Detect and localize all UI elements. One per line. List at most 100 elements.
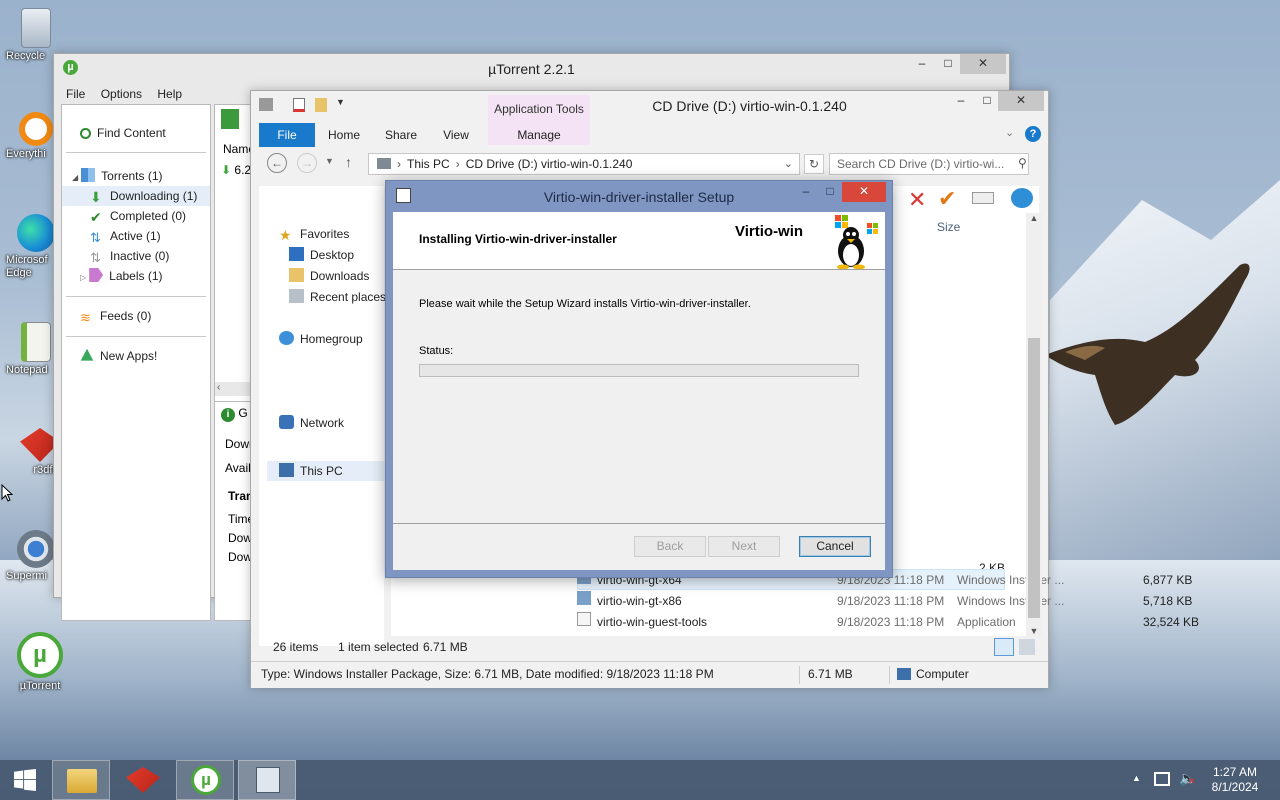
info-label-download-speed: Dow [228, 550, 253, 564]
address-bar[interactable]: › This PC › CD Drive (D:) virtio-win-0.1.24… [368, 153, 800, 175]
up-arrow-icon[interactable]: ↑ [345, 154, 352, 170]
nav-item-homegroup[interactable]: Homegroup [279, 329, 363, 349]
file-type: Application [957, 615, 1016, 629]
network-tray-icon[interactable] [1154, 772, 1170, 786]
delete-red-x-icon[interactable]: ✕ [908, 187, 926, 213]
explorer-titlebar[interactable]: ▼ Application Tools CD Drive (D:) virtio… [251, 91, 1048, 145]
sidebar-item-find-content[interactable]: Find Content [80, 123, 166, 143]
search-input[interactable]: Search CD Drive (D:) virtio-wi... [829, 153, 1029, 175]
menu-help[interactable]: Help [157, 87, 182, 101]
recent-locations-icon[interactable]: ▼ [325, 156, 334, 166]
menu-options[interactable]: Options [101, 87, 142, 101]
minimize-button[interactable]: – [948, 91, 974, 111]
sidebar-label: New Apps! [100, 349, 158, 363]
sidebar-item-torrents[interactable]: ◢ Torrents (1) [72, 166, 163, 186]
rename-check-icon[interactable]: ✔ [938, 186, 956, 212]
torrent-list-row[interactable]: ⬇ 6.2 [221, 163, 251, 177]
column-header-size[interactable]: Size [937, 220, 960, 234]
nav-item-network[interactable]: Network [279, 413, 344, 433]
scrollbar-thumb[interactable] [1028, 338, 1040, 618]
maximize-button[interactable]: □ [974, 91, 1000, 111]
breadcrumb-cd-drive[interactable]: CD Drive (D:) virtio-win-0.1.240 [466, 157, 633, 171]
forward-arrow-icon[interactable]: → [297, 153, 317, 173]
desktop-icon-utorrent[interactable]: µ µTorrent [10, 632, 70, 692]
nav-item-desktop[interactable]: Desktop [289, 245, 354, 265]
desktop-icon-label: µTorrent [19, 680, 61, 692]
maximize-button[interactable]: □ [817, 182, 843, 202]
utorrent-title: µTorrent 2.2.1 [488, 61, 575, 77]
nav-item-recent-places[interactable]: Recent places [289, 287, 386, 307]
next-button[interactable]: Next [708, 536, 780, 557]
sidebar-item-downloading[interactable]: ⬇ Downloading (1) [62, 186, 210, 206]
start-button[interactable] [0, 760, 50, 800]
refresh-icon[interactable]: ↻ [804, 154, 824, 174]
download-arrow-icon: ⬇ [90, 189, 102, 205]
tux-penguin-logo-icon [835, 215, 878, 269]
back-button[interactable]: Back [634, 536, 706, 557]
nav-item-this-pc[interactable]: This PC [267, 461, 392, 481]
sidebar-item-active[interactable]: ⇅ Active (1) [90, 226, 161, 246]
torrents-icon [81, 168, 96, 182]
minimize-button[interactable]: – [909, 54, 935, 74]
taskbar-setup[interactable] [238, 760, 296, 800]
setup-dialog: Virtio-win-driver-installer Setup – □ ✕ … [385, 180, 893, 578]
large-icons-view-icon[interactable] [1019, 639, 1035, 655]
tab-share[interactable]: Share [379, 123, 423, 147]
tab-home[interactable]: Home [321, 123, 367, 147]
address-bar-row: ← → ▼ ↑ › This PC › CD Drive (D:) virtio-wi… [259, 153, 1038, 177]
ribbon-tabs: File Home Share View Manage ⌄ ? [259, 123, 1048, 147]
cancel-button[interactable]: Cancel [799, 536, 871, 557]
taskbar-r3dfox[interactable] [114, 760, 172, 800]
download-arrow-icon: ⬇ [221, 163, 232, 177]
show-hidden-icons-icon[interactable]: ▲ [1132, 773, 1141, 783]
close-button[interactable]: ✕ [960, 54, 1006, 74]
vertical-scrollbar[interactable]: ▲ ▼ [1026, 213, 1042, 636]
menu-file[interactable]: File [66, 87, 85, 101]
apps-icon [80, 348, 94, 361]
taskbar-utorrent[interactable]: µ [176, 760, 234, 800]
info-tab-general[interactable]: i G [221, 406, 248, 422]
horizontal-scrollbar[interactable]: ‹ [215, 382, 253, 396]
sidebar-item-completed[interactable]: ✔ Completed (0) [90, 206, 186, 226]
sidebar-item-inactive[interactable]: ⇅ Inactive (0) [90, 246, 169, 266]
close-button[interactable]: ✕ [842, 182, 886, 202]
system-clock[interactable]: 1:27 AM 8/1/2024 [1200, 765, 1270, 795]
nav-item-downloads[interactable]: Downloads [289, 266, 369, 286]
info-icon: i [221, 408, 235, 422]
nav-item-favorites[interactable]: ★ Favorites [279, 224, 349, 244]
maximize-button[interactable]: □ [935, 54, 961, 74]
nav-label: Desktop [310, 248, 355, 262]
mute-x-icon: ✕ [1188, 776, 1196, 786]
breadcrumb-this-pc[interactable]: This PC [407, 157, 450, 171]
brand-text: Virtio-win [735, 223, 804, 240]
file-name: virtio-win-guest-tools [597, 615, 708, 629]
close-button[interactable]: ✕ [998, 91, 1044, 111]
address-dropdown-icon[interactable]: ⌄ [784, 154, 793, 174]
utorrent-menubar: File Options Help [60, 84, 188, 104]
sidebar-item-labels[interactable]: ▷ Labels (1) [80, 266, 163, 286]
utorrent-titlebar[interactable]: µ µTorrent 2.2.1 – □ ✕ [54, 54, 1009, 84]
divider [215, 401, 255, 402]
back-arrow-icon[interactable]: ← [267, 153, 287, 173]
tab-manage[interactable]: Manage [505, 123, 573, 147]
tab-view[interactable]: View [435, 123, 477, 147]
file-size: 5,718 KB [1143, 594, 1193, 608]
sidebar-label: Downloading (1) [110, 189, 198, 203]
tab-file[interactable]: File [259, 123, 315, 147]
details-bar: Type: Windows Installer Package, Size: 6… [251, 661, 1048, 688]
sidebar-label: Feeds (0) [100, 309, 152, 323]
minimize-button[interactable]: – [793, 182, 819, 202]
computer-icon [279, 463, 294, 477]
taskbar-file-explorer[interactable] [52, 760, 110, 800]
details-view-icon[interactable] [994, 638, 1014, 656]
help-icon[interactable]: ? [1025, 126, 1041, 142]
sidebar-item-new-apps[interactable]: New Apps! [80, 346, 157, 366]
expand-arrow-icon: ◢ [72, 173, 79, 182]
folder-icon [67, 769, 97, 793]
downloads-folder-icon [289, 268, 304, 282]
setup-titlebar[interactable]: Virtio-win-driver-installer Setup – □ ✕ [386, 181, 892, 212]
scroll-down-icon[interactable]: ▼ [1026, 626, 1042, 636]
sidebar-item-feeds[interactable]: ≋ Feeds (0) [80, 306, 151, 326]
scroll-up-icon[interactable]: ▲ [1026, 213, 1042, 223]
chevron-down-icon[interactable]: ⌄ [1005, 126, 1014, 139]
